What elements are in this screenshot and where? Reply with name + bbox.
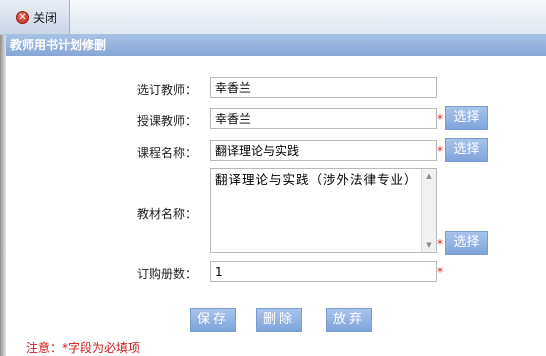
toolbar: ✕ 关闭 xyxy=(0,0,546,35)
order-quantity-label: 订购册数： xyxy=(137,267,198,281)
required-mark: * xyxy=(437,265,443,279)
required-fields-note: 注意：*字段为必填项 xyxy=(26,341,141,355)
cancel-button[interactable]: 放弃 xyxy=(326,308,372,332)
ordering-teacher-label: 选订教师： xyxy=(137,83,198,97)
course-name-label: 课程名称： xyxy=(137,146,198,160)
textarea-scrollbar[interactable]: ▲ ▼ xyxy=(421,169,436,252)
required-mark: * xyxy=(437,237,443,251)
select-teaching-teacher-button[interactable]: 选择 xyxy=(445,106,488,130)
select-textbook-button[interactable]: 选择 xyxy=(445,231,488,255)
teaching-teacher-label: 授课教师： xyxy=(137,114,198,128)
scroll-up-arrow-icon[interactable]: ▲ xyxy=(422,169,436,183)
textbook-name-label: 教材名称： xyxy=(137,207,198,221)
teaching-teacher-input[interactable] xyxy=(210,108,437,129)
close-button[interactable]: ✕ 关闭 xyxy=(0,0,70,34)
textbook-name-value: 翻译理论与实践（涉外法律专业） xyxy=(215,172,418,187)
close-icon: ✕ xyxy=(16,10,29,24)
delete-button[interactable]: 删除 xyxy=(256,308,302,332)
scroll-down-arrow-icon[interactable]: ▼ xyxy=(422,238,436,252)
required-mark: * xyxy=(437,144,443,158)
order-quantity-input[interactable] xyxy=(210,261,437,282)
save-button[interactable]: 保存 xyxy=(190,308,236,332)
required-mark: * xyxy=(437,112,443,126)
ordering-teacher-input[interactable] xyxy=(210,77,437,98)
select-course-button[interactable]: 选择 xyxy=(445,138,488,162)
close-label: 关闭 xyxy=(33,10,58,25)
course-name-input[interactable] xyxy=(210,140,437,161)
left-frame-strip xyxy=(0,34,6,356)
page-title: 教师用书计划修删 xyxy=(6,34,546,56)
textbook-name-textarea[interactable]: 翻译理论与实践（涉外法律专业） ▲ ▼ xyxy=(210,168,437,253)
